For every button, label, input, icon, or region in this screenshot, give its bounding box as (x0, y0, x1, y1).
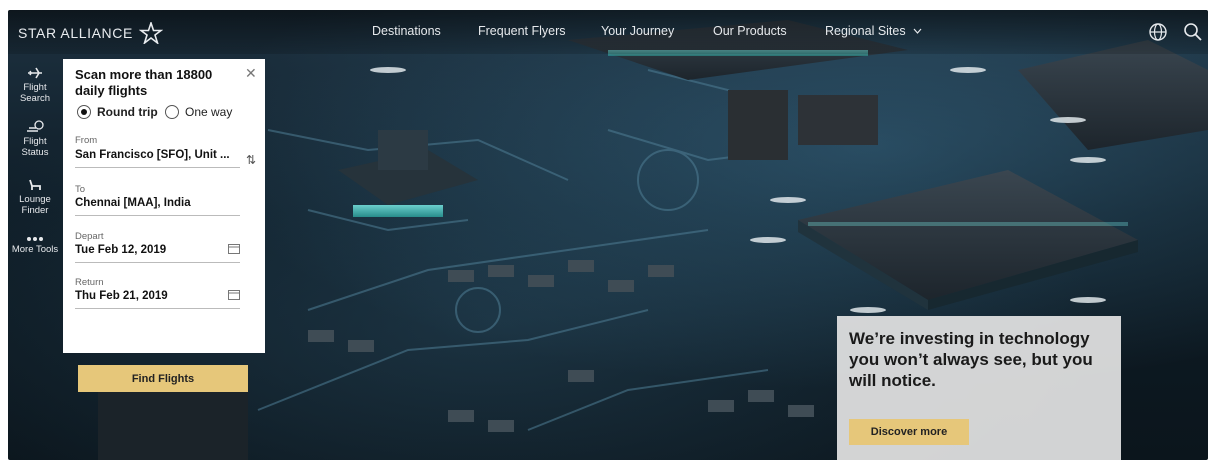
one-way-option[interactable]: One way (165, 105, 232, 119)
brand-logo[interactable]: STAR ALLIANCE (18, 22, 163, 44)
brand-name: STAR ALLIANCE (18, 25, 133, 41)
close-icon[interactable]: ✕ (245, 65, 257, 82)
return-label: Return (75, 277, 104, 288)
nav-frequent-flyers[interactable]: Frequent Flyers (478, 24, 566, 38)
round-trip-option[interactable]: Round trip (77, 105, 158, 119)
chevron-down-icon (913, 23, 922, 37)
find-flights-button[interactable]: Find Flights (78, 365, 248, 392)
depart-field[interactable]: Tue Feb 12, 2019 (75, 244, 240, 263)
nav-regional-sites-label: Regional Sites (825, 24, 906, 38)
airplane-icon (28, 67, 42, 79)
flight-status-icon (27, 120, 44, 132)
tools-rail: Flight Search Flight Status Lounge Finde… (8, 58, 64, 278)
tool-more-tools-label: More Tools (11, 244, 59, 255)
tool-flight-search-line1: Flight (23, 82, 47, 93)
lounge-chair-icon (29, 179, 41, 190)
star-alliance-logo-icon (138, 22, 163, 44)
nav-destinations[interactable]: Destinations (372, 24, 441, 38)
globe-icon[interactable] (1148, 22, 1168, 42)
round-trip-label: Round trip (97, 105, 158, 119)
return-field[interactable]: Thu Feb 21, 2019 (75, 290, 240, 309)
tool-flight-search[interactable]: Flight Search (8, 66, 62, 110)
nav-regional-sites[interactable]: Regional Sites (825, 24, 922, 38)
nav-your-journey[interactable]: Your Journey (601, 24, 674, 38)
tool-flight-status-line1: Flight (23, 136, 47, 147)
one-way-radio[interactable] (165, 105, 179, 119)
one-way-label: One way (185, 105, 233, 119)
from-field[interactable]: San Francisco [SFO], Unit ... (75, 149, 240, 168)
round-trip-radio[interactable] (77, 105, 91, 119)
tool-lounge-finder[interactable]: Lounge Finder (8, 178, 62, 222)
from-label: From (75, 135, 98, 146)
hero-background: STAR ALLIANCE Destinations Frequent Flye… (8, 10, 1208, 460)
tool-lounge-finder-line2: Finder (21, 205, 49, 216)
tool-flight-search-line2: Search (19, 93, 51, 104)
tool-more-tools[interactable]: More Tools (8, 236, 62, 270)
promo-headline: We’re investing in technology you won’t … (849, 329, 1093, 390)
promo-card: We’re investing in technology you won’t … (837, 316, 1121, 460)
flight-search-panel: Scan more than 18800 daily flights ✕ Rou… (63, 59, 265, 353)
to-field[interactable]: Chennai [MAA], India (75, 197, 240, 216)
to-label: To (75, 184, 86, 195)
depart-label: Depart (75, 231, 104, 242)
tool-lounge-finder-line1: Lounge (19, 194, 51, 205)
tool-flight-status-line2: Status (21, 147, 49, 158)
swap-icon[interactable]: ⇅ (246, 153, 256, 167)
tool-flight-status[interactable]: Flight Status (8, 120, 62, 164)
search-icon[interactable] (1183, 22, 1203, 42)
return-calendar-icon[interactable] (228, 289, 240, 300)
panel-title: Scan more than 18800 daily flights (75, 67, 213, 98)
discover-more-button[interactable]: Discover more (849, 419, 969, 445)
nav-our-products[interactable]: Our Products (713, 24, 787, 38)
depart-calendar-icon[interactable] (228, 243, 240, 254)
top-navigation: STAR ALLIANCE Destinations Frequent Flye… (8, 10, 1208, 54)
more-dots-icon (27, 237, 43, 241)
